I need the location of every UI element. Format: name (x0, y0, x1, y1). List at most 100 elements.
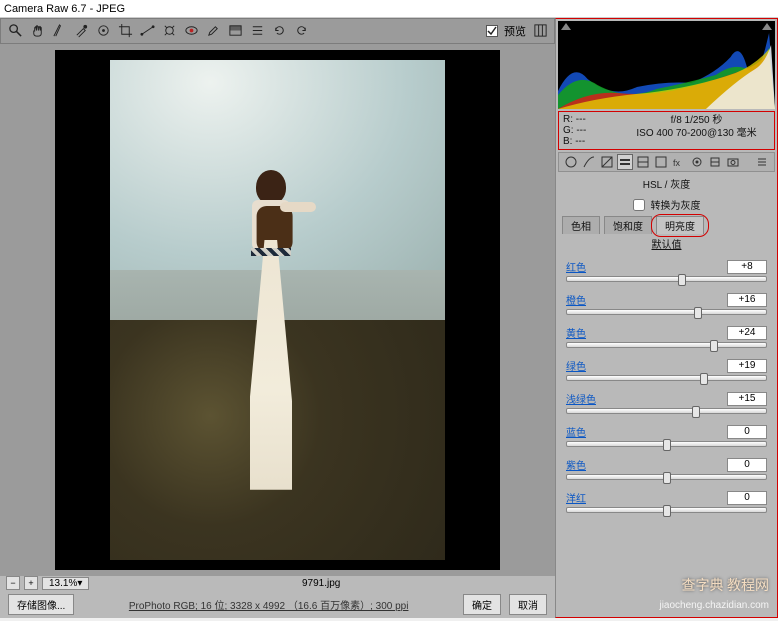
basic-panel-icon[interactable] (563, 154, 579, 170)
highlight-clip-icon[interactable] (762, 23, 772, 30)
tab-saturation[interactable]: 饱和度 (604, 216, 652, 234)
slider-row: 橙色 (566, 292, 767, 315)
exif-exposure: f/8 1/250 秒 (623, 114, 770, 127)
hsl-panel-icon[interactable] (617, 154, 633, 170)
snapshots-panel-icon[interactable] (725, 154, 741, 170)
zoom-out-button[interactable]: − (6, 576, 20, 590)
lens-panel-icon[interactable] (653, 154, 669, 170)
cancel-button[interactable]: 取消 (509, 594, 547, 615)
spot-removal-tool-icon[interactable] (161, 23, 177, 39)
slider-value-input[interactable] (727, 260, 767, 274)
tab-hue[interactable]: 色相 (562, 216, 600, 234)
straighten-tool-icon[interactable] (139, 23, 155, 39)
fx-panel-icon[interactable]: fx (671, 154, 687, 170)
targeted-adjustment-tool-icon[interactable] (95, 23, 111, 39)
slider-thumb[interactable] (692, 406, 700, 418)
panel-menu-icon[interactable] (754, 154, 770, 170)
filename-label: 9791.jpg (93, 578, 549, 589)
slider-label: 洋红 (566, 490, 727, 505)
crop-tool-icon[interactable] (117, 23, 133, 39)
slider-value-input[interactable] (727, 425, 767, 439)
preview-area (0, 44, 555, 576)
save-image-button[interactable]: 存储图像... (8, 594, 74, 615)
slider-value-input[interactable] (727, 326, 767, 340)
toolbar: 预览 (0, 18, 555, 44)
zoom-value[interactable]: 13.1% ▾ (42, 577, 89, 590)
exif-b: B: --- (563, 136, 617, 147)
image-info[interactable]: ProPhoto RGB; 16 位; 3328 x 4992 （16.6 百万… (82, 597, 455, 612)
fullscreen-icon[interactable] (532, 23, 548, 39)
slider-thumb[interactable] (663, 505, 671, 517)
slider-label: 橙色 (566, 292, 727, 307)
tab-luminance[interactable]: 明亮度 (656, 216, 704, 234)
window-title: Camera Raw 6.7 - JPEG (0, 0, 778, 18)
slider-value-input[interactable] (727, 293, 767, 307)
sliders-list: 红色橙色黄色绿色浅绿色蓝色紫色洋红 (556, 253, 777, 589)
panel-tab-icons: fx (558, 152, 775, 172)
slider-thumb[interactable] (678, 274, 686, 286)
detail-panel-icon[interactable] (599, 154, 615, 170)
slider-value-input[interactable] (727, 359, 767, 373)
zoom-tool-icon[interactable] (7, 23, 23, 39)
histogram[interactable] (558, 21, 775, 109)
slider-label: 浅绿色 (566, 391, 727, 406)
defaults-link[interactable]: 默认值 (556, 234, 777, 253)
list-tool-icon[interactable] (249, 23, 265, 39)
hsl-subtabs: 色相 饱和度 明亮度 (556, 216, 777, 234)
graduated-filter-tool-icon[interactable] (227, 23, 243, 39)
slider-track[interactable] (566, 375, 767, 381)
exif-lens: ISO 400 70-200@130 毫米 (623, 127, 770, 140)
preview-checkbox[interactable] (486, 25, 498, 37)
slider-label: 红色 (566, 259, 727, 274)
preview-image[interactable] (110, 60, 445, 560)
hand-tool-icon[interactable] (29, 23, 45, 39)
slider-track[interactable] (566, 474, 767, 480)
color-sampler-tool-icon[interactable] (73, 23, 89, 39)
shadow-clip-icon[interactable] (561, 23, 571, 30)
slider-row: 黄色 (566, 325, 767, 348)
slider-label: 紫色 (566, 457, 727, 472)
slider-row: 蓝色 (566, 424, 767, 447)
panel-title: HSL / 灰度 (556, 174, 777, 193)
slider-row: 洋红 (566, 490, 767, 513)
slider-label: 蓝色 (566, 424, 727, 439)
slider-track[interactable] (566, 441, 767, 447)
rotate-ccw-icon[interactable] (271, 23, 287, 39)
slider-track[interactable] (566, 309, 767, 315)
slider-label: 黄色 (566, 325, 727, 340)
left-panel: 预览 − + 13.1% ▾ 9791.jpg 存储图像... ProPhoto… (0, 18, 555, 618)
slider-thumb[interactable] (663, 439, 671, 451)
exif-r: R: --- (563, 114, 617, 125)
svg-text:fx: fx (673, 158, 681, 168)
right-panel: R: --- G: --- B: --- f/8 1/250 秒 ISO 400… (555, 18, 778, 618)
slider-track[interactable] (566, 507, 767, 513)
exif-g: G: --- (563, 125, 617, 136)
zoom-bar: − + 13.1% ▾ 9791.jpg (0, 576, 555, 591)
slider-value-input[interactable] (727, 392, 767, 406)
slider-track[interactable] (566, 342, 767, 348)
convert-grayscale-checkbox[interactable] (633, 199, 645, 211)
done-button[interactable]: 确定 (463, 594, 501, 615)
adjustment-brush-tool-icon[interactable] (205, 23, 221, 39)
split-tone-panel-icon[interactable] (635, 154, 651, 170)
image-frame (55, 50, 500, 570)
white-balance-tool-icon[interactable] (51, 23, 67, 39)
slider-value-input[interactable] (727, 491, 767, 505)
rotate-cw-icon[interactable] (293, 23, 309, 39)
slider-row: 浅绿色 (566, 391, 767, 414)
slider-thumb[interactable] (710, 340, 718, 352)
calibration-panel-icon[interactable] (689, 154, 705, 170)
red-eye-tool-icon[interactable] (183, 23, 199, 39)
footer: 存储图像... ProPhoto RGB; 16 位; 3328 x 4992 … (0, 591, 555, 618)
zoom-in-button[interactable]: + (24, 576, 38, 590)
slider-track[interactable] (566, 408, 767, 414)
slider-thumb[interactable] (694, 307, 702, 319)
slider-thumb[interactable] (700, 373, 708, 385)
slider-value-input[interactable] (727, 458, 767, 472)
slider-track[interactable] (566, 276, 767, 282)
slider-thumb[interactable] (663, 472, 671, 484)
presets-panel-icon[interactable] (707, 154, 723, 170)
right-footer (556, 589, 777, 617)
convert-grayscale-label: 转换为灰度 (651, 197, 701, 212)
curve-panel-icon[interactable] (581, 154, 597, 170)
